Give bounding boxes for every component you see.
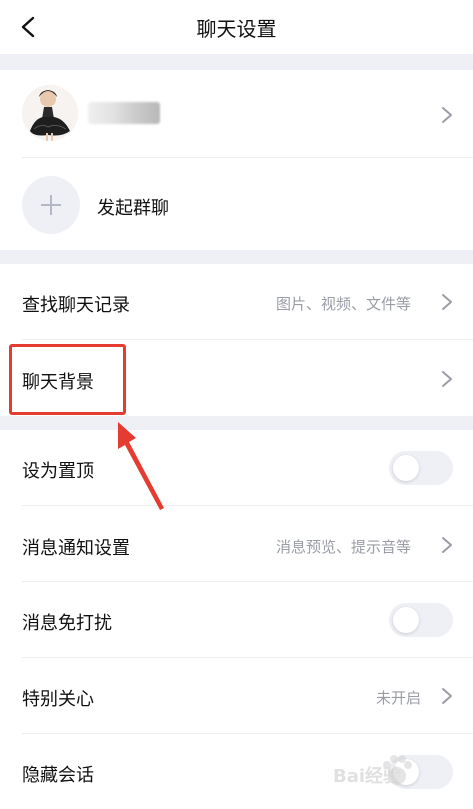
- avatar[interactable]: [22, 85, 78, 141]
- annotation-arrow-icon: [118, 422, 164, 510]
- pin-top-label: 设为置顶: [22, 461, 94, 482]
- search-history-hint: 图片、视频、文件等: [276, 295, 412, 313]
- special-care-hint: 未开启: [376, 689, 422, 707]
- search-history-label: 查找聊天记录: [22, 295, 130, 316]
- chevron-right-icon: [442, 107, 452, 123]
- special-care-label: 特别关心: [22, 689, 94, 710]
- toggle-knob: [393, 455, 419, 481]
- avatar-image: [22, 85, 78, 141]
- section-gap: [0, 54, 473, 70]
- do-not-disturb-toggle[interactable]: [389, 603, 453, 637]
- start-group-chat-label: 发起群聊: [97, 198, 169, 219]
- profile-name-blurred: [88, 102, 160, 124]
- toggle-knob: [393, 607, 419, 633]
- section-gap: [0, 250, 473, 264]
- notification-settings-hint: 消息预览、提示音等: [276, 538, 412, 556]
- chevron-right-icon: [442, 688, 452, 704]
- chevron-right-icon: [442, 537, 452, 553]
- pin-top-toggle[interactable]: [389, 451, 453, 485]
- do-not-disturb-label: 消息免打扰: [22, 613, 112, 634]
- plus-icon: [41, 195, 61, 215]
- top-bar: 聊天设置: [0, 0, 473, 54]
- chevron-right-icon: [442, 371, 452, 387]
- watermark-text: Bai经验: [333, 766, 402, 787]
- chevron-right-icon: [442, 294, 452, 310]
- highlight-box: [9, 344, 126, 415]
- watermark: Bai经验: [333, 752, 448, 792]
- hide-chat-label: 隐藏会话: [22, 765, 94, 786]
- page-title: 聊天设置: [196, 17, 277, 41]
- add-button[interactable]: [22, 176, 80, 234]
- notification-settings-label: 消息通知设置: [22, 538, 130, 559]
- section-gap: [0, 416, 473, 430]
